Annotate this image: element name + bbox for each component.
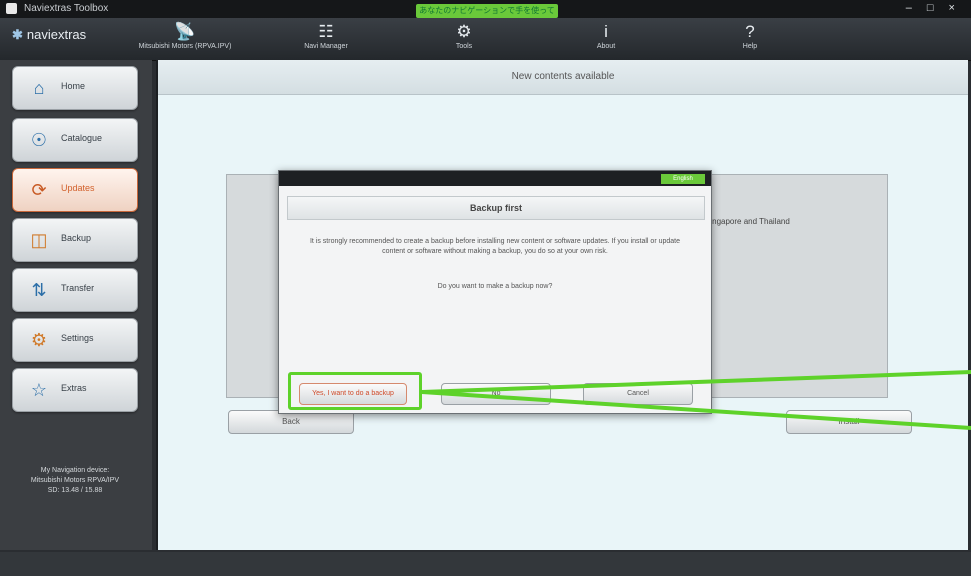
pointer-lines — [421, 370, 971, 430]
pointer-line-upper — [421, 370, 971, 394]
pointer-line-lower — [421, 390, 971, 430]
